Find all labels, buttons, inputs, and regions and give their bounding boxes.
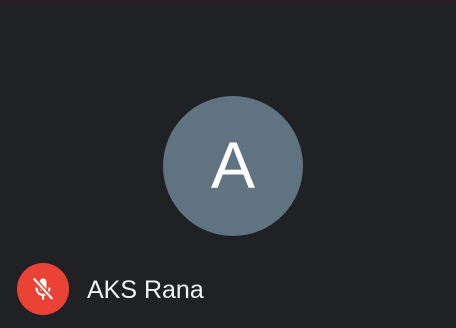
mic-off-icon [31, 276, 55, 301]
participant-avatar: A [163, 96, 303, 236]
avatar-initial: A [210, 128, 256, 202]
tile-top-edge [0, 0, 456, 3]
participant-tile[interactable]: A AKS Rana [0, 0, 456, 328]
participant-name: AKS Rana [87, 276, 204, 304]
mic-muted-indicator [17, 263, 69, 315]
